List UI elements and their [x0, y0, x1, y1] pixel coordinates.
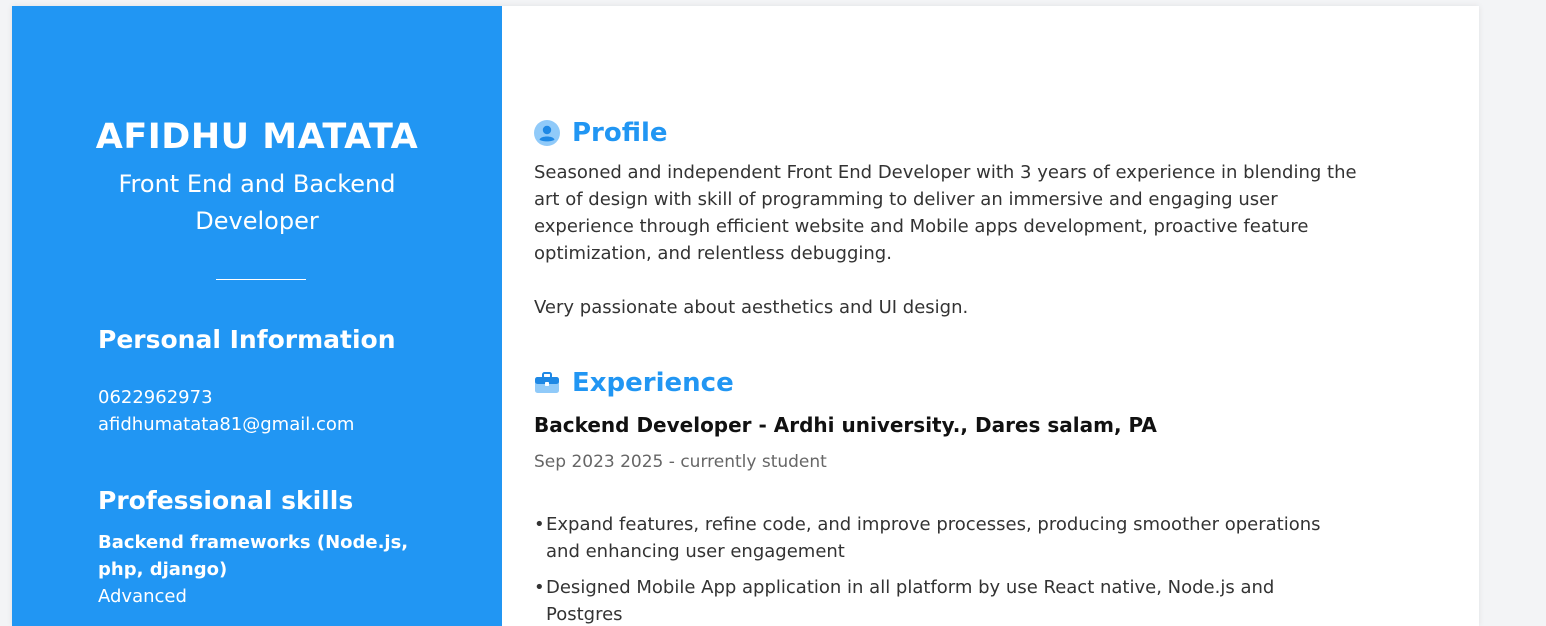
- skills-heading: Professional skills: [98, 486, 354, 515]
- personal-info-heading: Personal Information: [98, 325, 396, 354]
- job-title: Backend Developer - Ardhi university., D…: [534, 413, 1157, 437]
- resume-page: AFIDHU MATATA Front End and Backend Deve…: [12, 6, 1479, 626]
- list-item: • Designed Mobile App application in all …: [534, 577, 1275, 625]
- user-circle-icon: [534, 120, 560, 146]
- list-item: • Expand features, refine code, and impro…: [534, 514, 1321, 562]
- briefcase-icon: [534, 370, 560, 396]
- candidate-name: AFIDHU MATATA: [95, 117, 419, 157]
- profile-heading: Profile: [572, 118, 668, 148]
- email-address[interactable]: afidhumatata81@gmail.com: [98, 411, 354, 438]
- bullet-text: Designed Mobile App application in all p…: [546, 577, 1275, 625]
- phone-number: 0622962973: [98, 387, 213, 408]
- job-dates: Sep 2023 2025 - currently student: [534, 452, 827, 472]
- sidebar-divider: [216, 279, 306, 280]
- experience-heading: Experience: [572, 368, 734, 398]
- main-content: Profile Seasoned and independent Front E…: [502, 6, 1479, 626]
- profile-summary: Seasoned and independent Front End Devel…: [534, 162, 1357, 264]
- job-bullets: • Expand features, refine code, and impro…: [534, 511, 1334, 626]
- experience-section-header: Experience: [534, 367, 734, 399]
- skill-level: Advanced: [98, 586, 187, 607]
- candidate-role: Front End and Backend Developer: [118, 170, 396, 235]
- profile-section-header: Profile: [534, 117, 668, 149]
- bullet-text: Expand features, refine code, and improv…: [546, 514, 1321, 562]
- skill-name: Backend frameworks (Node.js, php, django…: [98, 532, 409, 580]
- profile-passion: Very passionate about aesthetics and UI …: [534, 297, 969, 318]
- sidebar: AFIDHU MATATA Front End and Backend Deve…: [12, 6, 502, 626]
